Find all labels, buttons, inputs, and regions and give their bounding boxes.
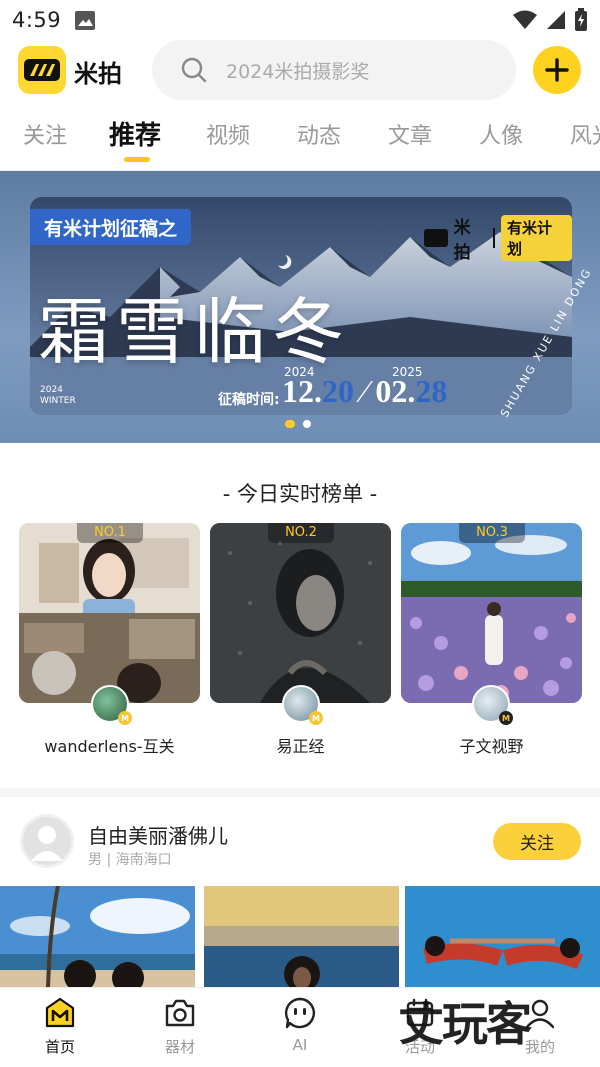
battery-icon (575, 8, 587, 31)
tab-articles[interactable]: 文章 (388, 112, 432, 150)
banner-logos: 米拍 有米计划 (424, 213, 572, 263)
user-meta: 男 | 海南海口 (88, 852, 172, 868)
logo-separator (493, 228, 495, 248)
end-date-a: 02. (375, 373, 416, 409)
plus-icon (545, 58, 569, 82)
wifi-icon (513, 10, 537, 29)
mipai-logo-icon (424, 229, 448, 247)
banner-badge: 有米计划征稿之 (30, 209, 192, 245)
tab-video[interactable]: 视频 (206, 112, 250, 150)
tab-follow[interactable]: 关注 (23, 112, 67, 150)
app-logo-icon[interactable] (18, 46, 66, 94)
user-name[interactable]: 自由美丽潘佛儿 (88, 820, 228, 849)
rank-badge-3: NO.3 (459, 523, 525, 543)
section-separator (0, 788, 600, 797)
nav-ai-label: AI (292, 1036, 308, 1054)
ranking-card-1[interactable]: NO.1 (19, 523, 200, 703)
banner-card: 有米计划征稿之 米拍 有米计划 霜雪临冬 2024 WINTER 征稿时间: 2… (30, 197, 572, 415)
ai-chat-icon (281, 994, 319, 1032)
ranking-card-2[interactable]: NO.2 (210, 523, 391, 703)
gallery-notification-icon (75, 11, 96, 30)
start-date-b: 20 (322, 373, 354, 409)
banner-date-label: 征稿时间: (218, 392, 280, 408)
search-icon (181, 57, 207, 83)
nav-equipment-label: 器材 (164, 1038, 195, 1056)
verified-badge-icon: M (309, 711, 323, 725)
status-right (512, 8, 588, 32)
verified-badge-icon: M (499, 711, 513, 725)
ranking-photo-2 (210, 523, 391, 703)
active-tab-indicator (124, 157, 150, 162)
status-time: 4:59 (12, 8, 62, 32)
signal-icon (547, 11, 565, 29)
verified-badge-icon: M (118, 711, 132, 725)
ranking-name-1[interactable]: wanderlens-互关 (19, 733, 200, 757)
nav-home[interactable]: 首页 (0, 994, 120, 1057)
tab-portrait[interactable]: 人像 (479, 112, 523, 150)
banner-title: 霜雪临冬 (38, 290, 351, 374)
feed-photo-2[interactable] (204, 886, 399, 988)
promo-banner[interactable]: 有米计划征稿之 米拍 有米计划 霜雪临冬 2024 WINTER 征稿时间: 2… (0, 171, 600, 443)
banner-plan-text: 有米计划 (500, 215, 572, 261)
search-bar[interactable]: 2024米拍摄影奖 (152, 40, 516, 100)
banner-dates: 12.20 ⁄ 02.28 (282, 373, 448, 409)
feed-image-1 (0, 886, 195, 988)
ranking-photo-3 (401, 523, 582, 703)
rank-badge-1: NO.1 (77, 523, 143, 543)
nav-home-label: 首页 (44, 1038, 75, 1056)
category-tabs: 关注 推荐 视频 动态 文章 人像 风光 (0, 112, 600, 170)
winter-text: WINTER (40, 396, 76, 406)
feed-image-2 (204, 886, 399, 988)
rank-badge-2: NO.2 (268, 523, 334, 543)
tab-landscape[interactable]: 风光 (570, 112, 600, 150)
search-placeholder: 2024米拍摄影奖 (226, 60, 370, 83)
banner-winter-label: 2024 WINTER (40, 385, 76, 407)
start-date-a: 12. (282, 373, 322, 409)
feed-image-3 (405, 886, 600, 988)
tab-moments[interactable]: 动态 (297, 112, 341, 150)
status-bar: 4:59 (0, 0, 600, 40)
watermark-logo: 丈玩客 (398, 997, 532, 1051)
ranking-card-3[interactable]: NO.3 (401, 523, 582, 703)
banner-logo-text: 米拍 (453, 218, 471, 263)
add-button[interactable] (533, 46, 581, 94)
nav-equipment[interactable]: 器材 (120, 994, 240, 1057)
camera-icon (161, 994, 199, 1032)
ranking-photo-1 (19, 523, 200, 703)
default-avatar-icon (31, 826, 63, 861)
ranking-title: - 今日实时榜单 - (222, 482, 378, 506)
banner-pagination (285, 420, 311, 428)
ranking-name-2[interactable]: 易正经 (210, 733, 391, 757)
home-icon (41, 994, 79, 1032)
winter-year: 2024 (40, 385, 63, 395)
brand-name: 米拍 (74, 60, 122, 88)
ranking-name-3[interactable]: 子文视野 (401, 733, 582, 757)
tab-recommend[interactable]: 推荐 (109, 112, 161, 152)
end-date-b: 28 (415, 373, 448, 409)
pagination-dot-active[interactable] (285, 420, 295, 428)
feed-photo-3[interactable] (405, 886, 600, 988)
user-avatar[interactable] (20, 814, 74, 868)
follow-button[interactable]: 关注 (493, 823, 581, 860)
pagination-dot[interactable] (303, 420, 311, 428)
feed-photo-1[interactable] (0, 886, 195, 988)
nav-ai[interactable]: AI (240, 994, 360, 1054)
